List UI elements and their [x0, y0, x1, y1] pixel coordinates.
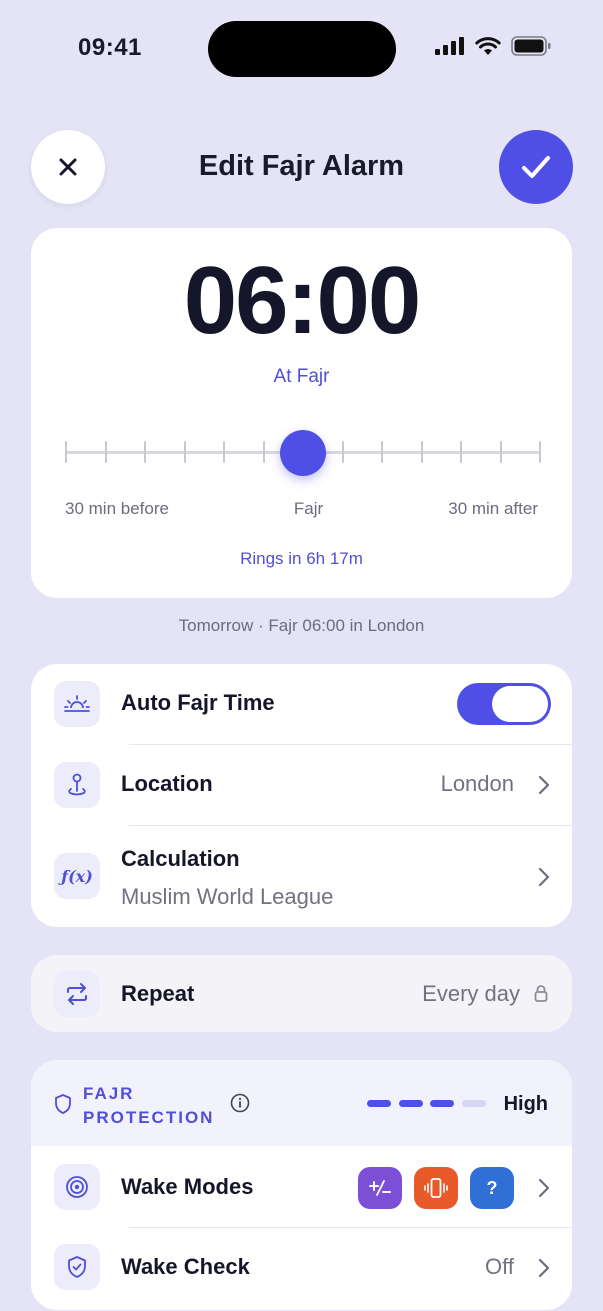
- question-icon: ?: [486, 1177, 498, 1198]
- wake-check-value: Off: [485, 1254, 514, 1279]
- auto-fajr-label: Auto Fajr Time: [121, 690, 275, 715]
- quiz-mode-badge: ?: [470, 1167, 514, 1209]
- location-value: London: [440, 771, 514, 796]
- fajr-protection-card: FAJR PROTECTION High Wake Modes ? Wake C…: [31, 1060, 572, 1310]
- wake-check-label: Wake Check: [121, 1254, 250, 1279]
- location-label: Location: [121, 771, 213, 796]
- battery-icon: [511, 36, 551, 56]
- slider-tick: [381, 441, 383, 463]
- function-icon: ƒ(x): [54, 853, 100, 899]
- phone-shake-icon: [424, 1178, 448, 1198]
- target-icon: [54, 1164, 100, 1210]
- toggle-knob: [492, 686, 548, 722]
- divider: [129, 1227, 572, 1228]
- sunrise-icon: [54, 681, 100, 727]
- protection-title-line2: PROTECTION: [83, 1108, 215, 1127]
- shake-mode-badge: [414, 1167, 458, 1209]
- calculation-row[interactable]: ƒ(x) Calculation Muslim World League: [31, 826, 572, 927]
- math-mode-badge: [358, 1167, 402, 1209]
- slider-tick: [499, 441, 502, 463]
- slider-tick: [183, 441, 186, 463]
- location-row[interactable]: Location London: [31, 745, 572, 825]
- slider-tick: [539, 441, 541, 463]
- chevron-right-icon: [538, 867, 550, 887]
- alarm-reference-label: At Fajr: [273, 366, 330, 387]
- alarm-time-card: 06:00 At Fajr 30 min before Fajr 30 min …: [31, 228, 572, 598]
- next-alarm-caption: Tomorrow · Fajr 06:00 in London: [178, 616, 425, 635]
- protection-level: High: [503, 1093, 548, 1115]
- protection-level-segment: [430, 1100, 454, 1107]
- rings-in-label: Rings in 6h 17m: [240, 549, 363, 568]
- chevron-right-icon[interactable]: [538, 1258, 550, 1278]
- protection-level-segment: [461, 1100, 486, 1107]
- status-icons: [435, 36, 551, 56]
- slider-label-after: 30 min after: [448, 499, 538, 518]
- slider-tick: [262, 441, 265, 463]
- slider-tick: [223, 441, 225, 463]
- slider-tick: [420, 441, 423, 463]
- wake-modes-label: Wake Modes: [121, 1174, 254, 1199]
- lock-icon: [534, 985, 548, 1002]
- protection-level-segment: [398, 1100, 423, 1107]
- chevron-right-icon: [538, 775, 550, 795]
- shield-check-icon: [54, 1244, 100, 1290]
- location-pin-icon: [54, 762, 100, 808]
- status-time: 09:41: [78, 34, 142, 61]
- protection-title: FAJR PROTECTION: [83, 1082, 214, 1130]
- calculation-value: Muslim World League: [121, 884, 334, 909]
- repeat-label: Repeat: [121, 981, 195, 1006]
- slider-handle[interactable]: [280, 430, 326, 476]
- repeat-value: Every day: [422, 981, 520, 1006]
- slider-tick: [65, 441, 67, 463]
- save-button[interactable]: [499, 130, 573, 204]
- calculation-label: Calculation: [121, 846, 240, 871]
- offset-slider[interactable]: [65, 430, 541, 476]
- protection-title-line1: FAJR: [83, 1084, 135, 1103]
- repeat-row[interactable]: Repeat Every day: [31, 955, 572, 1032]
- shield-icon: [55, 1094, 71, 1114]
- wifi-icon: [475, 37, 501, 55]
- edit-alarm-screen: 09:41 Edit Fajr Alarm 06:00 At Fajr 30 m…: [0, 0, 603, 1311]
- alarm-time[interactable]: 06:00: [31, 246, 572, 356]
- math-icon: [369, 1180, 391, 1196]
- protection-level-segment: [367, 1100, 391, 1107]
- slider-tick: [460, 441, 462, 463]
- slider-tick: [104, 441, 107, 463]
- info-icon[interactable]: [230, 1093, 250, 1113]
- auto-fajr-row: Auto Fajr Time: [31, 664, 572, 744]
- auto-fajr-toggle[interactable]: [457, 683, 551, 725]
- slider-tick: [341, 441, 344, 463]
- slider-tick: [144, 441, 146, 463]
- dynamic-island: [208, 21, 396, 77]
- signal-icon: [435, 37, 464, 55]
- repeat-icon: [54, 971, 100, 1017]
- protection-header: FAJR PROTECTION High: [31, 1060, 572, 1146]
- prayer-settings-card: Auto Fajr Time Location London ƒ(x) Calc…: [31, 664, 572, 927]
- chevron-right-icon[interactable]: [538, 1178, 550, 1198]
- checkmark-icon: [522, 156, 550, 178]
